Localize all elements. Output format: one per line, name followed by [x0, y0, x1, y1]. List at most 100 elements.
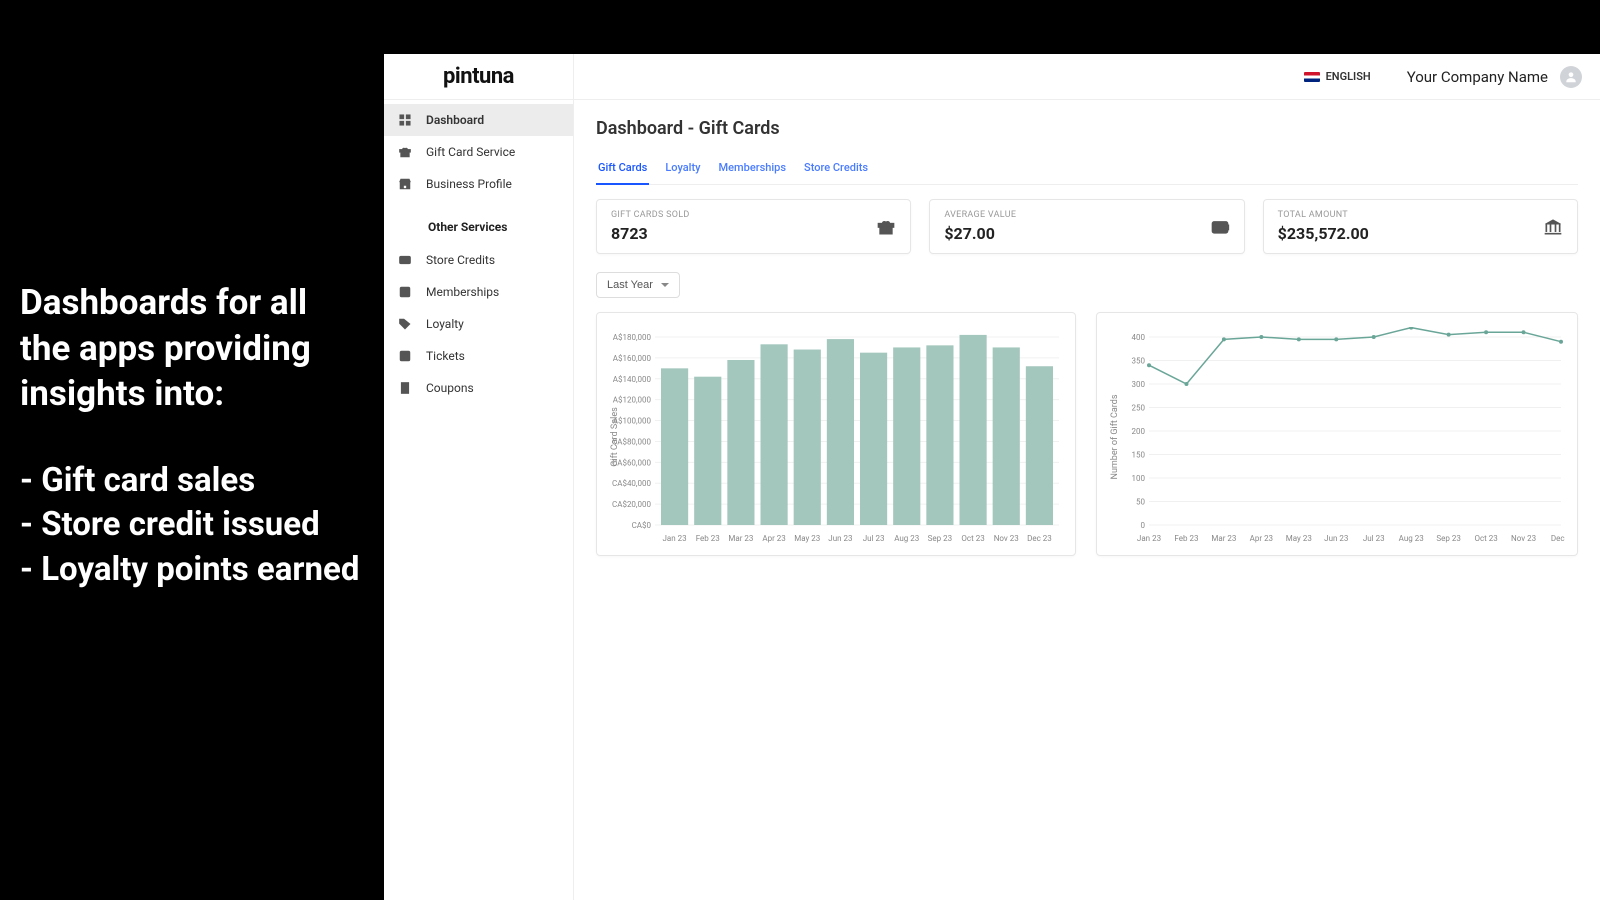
bar-May 23 [794, 350, 821, 525]
company-name: Your Company Name [1407, 68, 1548, 86]
tab-gift-cards[interactable]: Gift Cards [596, 155, 649, 184]
kpi-label: GIFT CARDS SOLD [611, 210, 690, 220]
svg-text:Nov 23: Nov 23 [1511, 534, 1536, 543]
sidebar-item-gift-card-service[interactable]: Gift Card Service [384, 136, 573, 168]
store-icon [398, 177, 412, 191]
bar-Mar 23 [727, 360, 754, 525]
tag-icon [398, 317, 412, 331]
kpi-total-amount: TOTAL AMOUNT $235,572.00 [1263, 199, 1578, 254]
tabs: Gift Cards Loyalty Memberships Store Credit… [596, 155, 1578, 185]
grid-icon [398, 113, 412, 127]
svg-text:350: 350 [1132, 357, 1146, 366]
svg-text:Jun 23: Jun 23 [1324, 534, 1348, 543]
receipt-icon: $ [398, 381, 412, 395]
sidebar-item-memberships[interactable]: Memberships [384, 276, 573, 308]
svg-text:Aug 23: Aug 23 [1399, 534, 1424, 543]
svg-text:0: 0 [1141, 521, 1146, 530]
svg-text:Oct 23: Oct 23 [1474, 534, 1497, 543]
svg-text:Dec 23: Dec 23 [1027, 534, 1052, 543]
svg-text:Gift Card Sales: Gift Card Sales [610, 407, 620, 467]
chevron-down-icon [661, 283, 669, 287]
svg-text:Number of Gift Cards: Number of Gift Cards [1110, 394, 1120, 479]
sidebar-item-label: Business Profile [426, 177, 512, 191]
sidebar-item-business-profile[interactable]: Business Profile [384, 168, 573, 200]
bar-Apr 23 [761, 344, 788, 525]
kpi-value: $27.00 [944, 224, 1016, 243]
svg-text:Jul 23: Jul 23 [1363, 534, 1385, 543]
svg-text:Dec 2: Dec 2 [1551, 534, 1567, 543]
svg-text:Jun 23: Jun 23 [828, 534, 852, 543]
filter-label: Last Year [607, 279, 653, 291]
date-range-filter[interactable]: Last Year [596, 272, 680, 298]
bar-Oct 23 [960, 335, 987, 525]
logo-block: pintuna [384, 54, 574, 100]
kpi-row: GIFT CARDS SOLD 8723 AVERAGE VALUE $27.00 TO… [596, 199, 1578, 254]
kpi-label: TOTAL AMOUNT [1278, 210, 1369, 220]
bar-chart: CA$0CA$20,000CA$40,000CA$60,000CA$80,000… [607, 327, 1065, 547]
bullet-loyalty: - Loyalty points earned [20, 548, 364, 593]
svg-text:May 23: May 23 [1286, 534, 1312, 543]
sidebar-item-dashboard[interactable]: Dashboard [384, 104, 573, 136]
bar-Feb 23 [694, 377, 721, 525]
svg-text:A$160,000: A$160,000 [613, 354, 652, 363]
svg-text:Feb 23: Feb 23 [696, 534, 720, 543]
sidebar-item-loyalty[interactable]: Loyalty [384, 308, 573, 340]
bar-Jun 23 [827, 339, 854, 525]
sidebar-item-label: Gift Card Service [426, 145, 515, 159]
svg-text:CA$0: CA$0 [632, 521, 652, 530]
avatar[interactable] [1560, 66, 1582, 88]
sidebar-item-coupons[interactable]: $ Coupons [384, 372, 573, 404]
sidebar-item-label: Coupons [426, 381, 474, 395]
line-chart: 050100150200250300350400Number of Gift C… [1107, 327, 1567, 547]
svg-text:A$140,000: A$140,000 [613, 375, 652, 384]
svg-text:250: 250 [1132, 404, 1146, 413]
svg-text:Sep 23: Sep 23 [928, 534, 952, 543]
sidebar: Dashboard Gift Card Service Business Profi… [384, 100, 574, 900]
tab-store-credits[interactable]: Store Credits [802, 155, 870, 184]
svg-text:Apr 23: Apr 23 [762, 534, 785, 543]
svg-text:400: 400 [1132, 333, 1146, 342]
kpi-average-value: AVERAGE VALUE $27.00 [929, 199, 1244, 254]
svg-text:Aug 23: Aug 23 [894, 534, 919, 543]
sidebar-item-label: Tickets [426, 349, 465, 363]
tab-memberships[interactable]: Memberships [717, 155, 788, 184]
sidebar-item-label: Store Credits [426, 253, 495, 267]
svg-text:Feb 23: Feb 23 [1174, 534, 1198, 543]
marketing-sidebar: Dashboards for all the apps providing in… [0, 0, 384, 900]
tab-loyalty[interactable]: Loyalty [663, 155, 702, 184]
bar-Sep 23 [926, 345, 953, 525]
sidebar-item-label: Dashboard [426, 113, 484, 127]
svg-text:Mar 23: Mar 23 [728, 534, 753, 543]
sidebar-item-tickets[interactable]: Tickets [384, 340, 573, 372]
main-content: Dashboard - Gift Cards Gift CardsLoyalty… [574, 100, 1600, 900]
svg-text:CA$40,000: CA$40,000 [612, 479, 651, 488]
ticket-icon [398, 349, 412, 363]
language-label: ENGLISH [1326, 70, 1371, 83]
kpi-value: $235,572.00 [1278, 224, 1369, 243]
badge-icon [398, 285, 412, 299]
svg-text:100: 100 [1132, 474, 1146, 483]
promo-bullets: - Gift card sales - Store credit issued … [20, 459, 364, 593]
svg-text:A$180,000: A$180,000 [613, 333, 652, 342]
kpi-label: AVERAGE VALUE [944, 210, 1016, 220]
svg-text:Jan 23: Jan 23 [662, 534, 686, 543]
svg-text:$: $ [403, 385, 406, 392]
sidebar-item-label: Loyalty [426, 317, 464, 331]
logo: pintuna [443, 64, 514, 89]
svg-text:Jan 23: Jan 23 [1137, 534, 1161, 543]
bar-chart-card: CA$0CA$20,000CA$40,000CA$60,000CA$80,000… [596, 312, 1076, 556]
svg-text:200: 200 [1132, 427, 1146, 436]
charts-row: CA$0CA$20,000CA$40,000CA$60,000CA$80,000… [596, 312, 1578, 556]
svg-text:Jul 23: Jul 23 [863, 534, 885, 543]
sidebar-item-store-credits[interactable]: Store Credits [384, 244, 573, 276]
kpi-value: 8723 [611, 224, 690, 243]
sidebar-heading-other: Other Services [384, 200, 573, 244]
bar-Aug 23 [893, 347, 920, 525]
svg-text:150: 150 [1132, 451, 1146, 460]
svg-text:300: 300 [1132, 380, 1146, 389]
bullet-store-credit: - Store credit issued [20, 503, 364, 548]
bar-Jan 23 [661, 368, 688, 525]
language-selector[interactable]: ENGLISH [1304, 70, 1371, 83]
svg-text:Oct 23: Oct 23 [961, 534, 984, 543]
svg-text:May 23: May 23 [794, 534, 820, 543]
